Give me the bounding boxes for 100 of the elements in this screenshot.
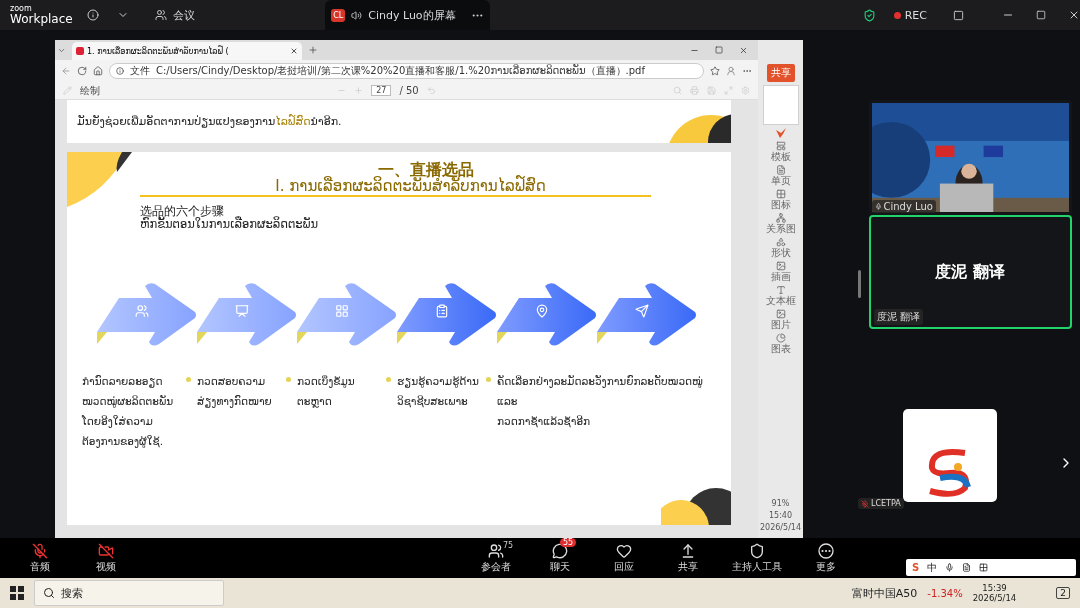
mic-icon [874,203,882,210]
zoom-level: 91% [771,499,790,508]
step-icon [535,304,549,319]
initials-badge: CL [331,8,346,22]
bullet-dot [386,377,391,383]
close-tab-icon[interactable] [290,47,298,55]
step-text: ແລະ [497,394,519,410]
step-text: ກວດສອບຄວາມສ່ຽງທາງກົດໝາຍ [197,374,273,410]
address-field[interactable]: 文件 C:/Users/Cindy/Desktop/老挝培训/第二次课%20%20直播和客服/1.%20ການເລືອກຜະລິດຕະພັນ（直播）.pdf [109,63,704,79]
more-icon [818,542,834,559]
share-icon [680,542,696,559]
browser-tab[interactable]: 1. ການເລືອກຜະລິດຕະພັນສຳລັບການໄລຟ໌ ( [72,42,302,60]
bullet-dot [186,377,191,383]
notification-count[interactable]: 2 [1056,587,1070,599]
close-icon[interactable] [739,45,748,55]
step-text: ກວດກາຊ້ຳແລ້ວຊ້ຳອີກ [497,414,592,430]
page-total: / 50 [399,85,419,96]
slide-subtitle: 选品的六个步骤 [140,204,224,218]
info-icon[interactable] [87,9,100,21]
app-logo: zoom Workplace [10,5,74,25]
unread-badge: 55 [560,537,577,547]
shield-icon [749,542,765,559]
stock-name: 富时中国A50 [851,585,918,601]
page-number-field[interactable]: 27 [371,85,392,96]
restore-icon[interactable] [715,46,723,54]
users-icon [488,542,504,559]
tool-icon [775,309,786,319]
tool-button[interactable]: 单页 [770,165,791,186]
reload-icon[interactable] [77,66,87,76]
profile-icon[interactable] [726,66,736,76]
step-icon [335,304,349,319]
tool-icon [775,213,786,223]
participant-count: 75 [503,540,514,550]
new-tab-icon[interactable] [308,45,318,55]
clock-time: 15:40 [768,511,793,520]
heart-icon [616,542,632,559]
mic-icon [32,542,48,559]
shield-icon [862,8,876,22]
page-text: ມັນຍັງຊ່ວຍເພີ່ມອັດຕາການປ່ຽນແປງຂອງການໄລຟ໌ສົດນຳອີກ. [77,115,342,128]
tool-icon [775,189,786,199]
tool-button[interactable]: 插画 [770,261,791,282]
step-icon [135,304,149,319]
bullet-dot [486,377,491,383]
taskbar-clock[interactable]: 15:39 2026/5/14 [972,582,1017,604]
share-tab[interactable]: CL Cindy Luo的屏幕 [325,0,490,30]
rec-indicator[interactable]: REC [893,8,927,22]
meeting-icon [155,9,168,21]
tool-icon [775,261,786,271]
tool-button[interactable]: 图标 [770,189,791,210]
tool-button[interactable]: 关系图 [765,213,796,234]
speaker-icon [351,9,363,21]
pdf-icon [76,47,84,55]
step-text: ຄັດເລືອກຢ່າງລະມັດລະວັງການຍົກລະດັບໝວດໝູ່ [497,374,704,390]
tool-icon [775,285,786,295]
info-icon [116,67,124,75]
ime-mode[interactable]: 中 [927,560,938,575]
tool-icon [775,165,786,175]
keyboard-icon[interactable] [962,563,972,572]
bullet-dot [286,377,291,383]
tool-button[interactable]: 图表 [770,333,791,354]
toolbar-button[interactable]: 音频 [20,542,60,574]
toolbar-button[interactable]: 共享 [668,542,708,574]
tool-button[interactable]: 模板 [770,141,791,162]
star-icon[interactable] [710,66,720,76]
close-icon[interactable] [1068,9,1080,21]
grid-icon[interactable] [979,563,989,572]
toolbar-button[interactable]: 主持人工具 [732,542,782,574]
toolbar-button[interactable]: 视频 [86,542,126,574]
layout-icon[interactable] [953,9,964,21]
tool-button[interactable]: 文本框 [765,285,796,306]
address-text: C:/Users/Cindy/Desktop/老挝培训/第二次课%20%20直播和客服/1.%20ການເລືອກຜະລິດຕະພັນ（直播）.pdf [156,64,645,78]
meeting-label[interactable]: 会议 [173,7,196,23]
clock-date: 2026/5/14 [760,523,801,532]
tool-button[interactable]: 形状 [770,237,791,258]
tool-icon [775,333,786,343]
step-text: ກວດເບິ່ງຂໍ້ມູນຕະຫຼາດ [297,374,356,410]
step-icon [435,304,449,319]
search-field[interactable]: 搜索 [34,580,224,606]
toolbar-button[interactable]: 回应 [604,542,644,574]
share-button[interactable]: 共享 [766,64,795,82]
ime-logo: S [912,562,920,573]
home-icon[interactable] [93,66,103,76]
mic-icon[interactable] [945,563,955,572]
back-icon[interactable] [61,66,71,76]
toolbar-button[interactable]: 更多 [806,542,846,574]
tool-button[interactable]: 图片 [770,309,791,330]
address-prefix: 文件 [130,64,150,78]
participant-name: 度泥 翻译 [873,309,923,325]
tool-icon [775,237,786,247]
step-icon [635,304,649,319]
bird-icon [775,128,786,138]
video-icon [98,542,114,559]
draw-button[interactable]: 绘制 [80,83,100,98]
participant-name: Cindy Luo [871,200,936,213]
step-text: ຮຽນຮູ້ຄວາມຮູ້ດ້ານວິຊາຊີບສະເພາະ [397,374,480,410]
stock-change: -1.34% [927,587,963,599]
participant-name: LCETPA [858,498,904,509]
toolbar-button[interactable]: 75 参会者 [476,542,516,574]
windows-icon[interactable] [10,586,24,600]
search-icon [43,587,55,599]
